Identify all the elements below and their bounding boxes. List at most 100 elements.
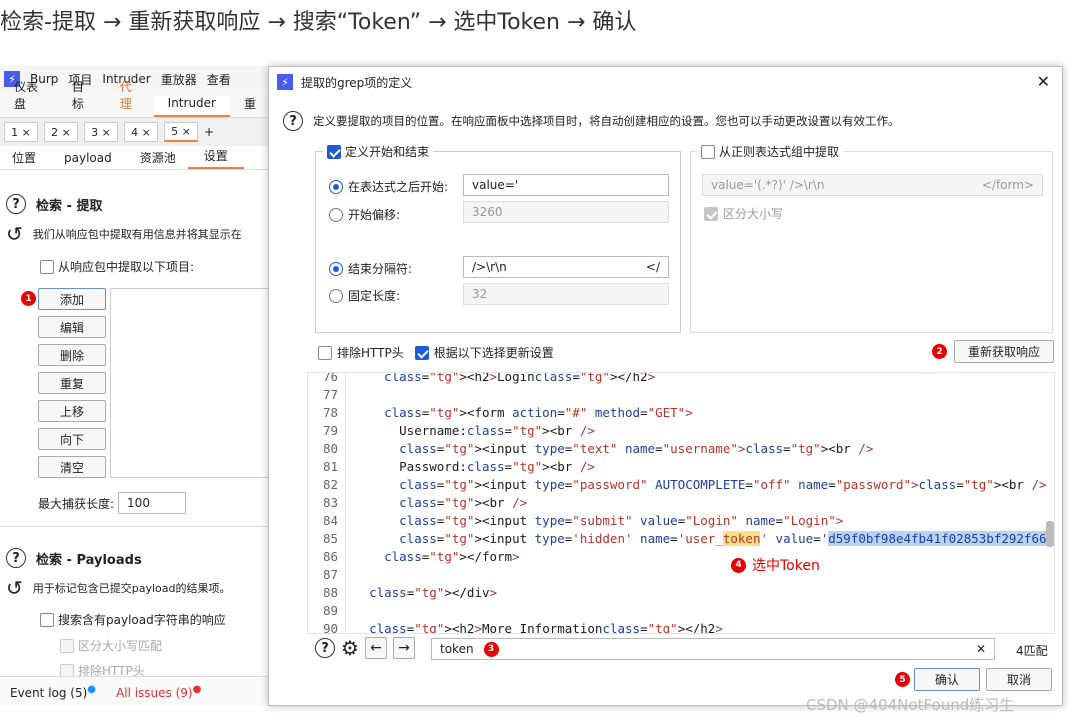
menu-view[interactable]: 查看 bbox=[207, 71, 231, 88]
end-delimiter-input[interactable]: />\r\n </ bbox=[463, 256, 669, 278]
step-badge-5: 5 bbox=[895, 672, 910, 687]
end-delimiter-label: 结束分隔符: bbox=[348, 262, 413, 276]
help-icon[interactable]: ? bbox=[6, 194, 26, 214]
line-number: 89 bbox=[322, 603, 338, 618]
update-config-checkbox[interactable] bbox=[414, 345, 429, 360]
settings-gear-icon[interactable]: ⚙ bbox=[341, 638, 359, 658]
next-match-arrow-icon[interactable]: → bbox=[392, 637, 415, 659]
clear-button[interactable]: 清空 bbox=[38, 456, 106, 478]
code-line: class="tg"><input type='hidden' name='us… bbox=[354, 531, 1054, 546]
match-count: 4匹配 bbox=[1016, 644, 1048, 658]
code-line: class="tg"><form action="#" method="GET"… bbox=[384, 405, 693, 420]
tab-intruder[interactable]: Intruder bbox=[153, 96, 230, 117]
burp-main-window: ⚡ Burp 项目 Intruder 重放器 查看 仪表盘 目标 代理 Intr… bbox=[0, 66, 270, 706]
grep-extract-dialog: ⚡ 提取的grep项的定义 ✕ ? 定义要提取的项目的位置。在响应面板中选择项目… bbox=[268, 66, 1063, 706]
grep-payloads-desc: 用于标记包含已提交payload的结果项。 bbox=[32, 582, 231, 595]
move-down-button[interactable]: 向下 bbox=[38, 428, 106, 450]
update-config-label: 根据以下选择更新设置 bbox=[433, 346, 554, 360]
end-delimiter-radio[interactable] bbox=[329, 261, 343, 276]
all-issues-link[interactable]: All issues (9)● bbox=[116, 684, 201, 700]
cancel-button[interactable]: 取消 bbox=[986, 668, 1052, 691]
delete-button[interactable]: 删除 bbox=[38, 344, 106, 366]
extract-items-checkbox[interactable] bbox=[40, 259, 54, 274]
line-number: 78 bbox=[322, 405, 338, 420]
line-number: 76 bbox=[322, 372, 338, 384]
response-viewer[interactable]: 76 77 78 79 80 81 82 83 84 85 86 87 88 89 90 class="tg… bbox=[307, 372, 1055, 634]
search-payload-checkbox[interactable] bbox=[40, 612, 54, 627]
code-line: class="tg"><h2>Loginclass="tg"></h2> bbox=[384, 372, 656, 384]
prev-match-arrow-icon[interactable]: ← bbox=[364, 637, 387, 659]
close-icon[interactable]: ✕ bbox=[1037, 72, 1050, 91]
line-number: 79 bbox=[322, 423, 338, 438]
subtab-resource-pool[interactable]: 资源池 bbox=[128, 149, 188, 166]
clear-search-icon[interactable]: ✕ bbox=[976, 642, 986, 656]
fixed-length-input[interactable]: 32 bbox=[463, 283, 669, 305]
end-delimiter-suffix: </ bbox=[645, 260, 660, 274]
menu-repeater[interactable]: 重放器 bbox=[161, 71, 197, 88]
duplicate-button[interactable]: 重复 bbox=[38, 372, 106, 394]
grep-payloads-title: 检索 - Payloads bbox=[36, 552, 142, 568]
regex-case-label: 区分大小写 bbox=[723, 207, 784, 221]
attack-tab-3[interactable]: 3 × bbox=[84, 122, 118, 142]
regex-case-checkbox[interactable] bbox=[704, 206, 718, 221]
code-line: class="tg"></div> bbox=[369, 585, 498, 600]
code-line: class="tg"><br /> bbox=[399, 495, 528, 510]
regex-checkbox[interactable] bbox=[701, 144, 715, 159]
subtab-settings[interactable]: 设置 bbox=[187, 147, 244, 169]
code-line: class="tg"></form> bbox=[384, 549, 520, 564]
attack-tab-5[interactable]: 5 × bbox=[164, 122, 198, 142]
case-match-checkbox[interactable] bbox=[60, 638, 74, 653]
subtab-positions[interactable]: 位置 bbox=[0, 149, 48, 166]
line-number: 86 bbox=[322, 549, 338, 564]
add-tab-button[interactable]: + bbox=[204, 125, 214, 139]
case-match-label: 区分大小写匹配 bbox=[78, 639, 163, 653]
search-payload-label: 搜索含有payload字符串的响应 bbox=[58, 613, 226, 627]
define-start-end-label: 定义开始和结束 bbox=[345, 145, 430, 159]
regex-value: value='(.*?)' />\r\n bbox=[711, 178, 825, 192]
attack-tab-2[interactable]: 2 × bbox=[44, 122, 78, 142]
max-capture-input[interactable]: 100 bbox=[118, 492, 187, 514]
refetch-response-button[interactable]: 重新获取响应 bbox=[954, 340, 1054, 363]
start-after-input[interactable]: value=' bbox=[463, 174, 669, 196]
edit-button[interactable]: 编辑 bbox=[38, 316, 106, 338]
attack-tab-1[interactable]: 1 × bbox=[4, 122, 38, 142]
attack-tab-4[interactable]: 4 × bbox=[124, 122, 158, 142]
start-offset-radio[interactable] bbox=[329, 207, 343, 222]
scrollbar-thumb[interactable] bbox=[1046, 521, 1054, 547]
main-tabs: 仪表盘 目标 代理 Intruder 重 bbox=[0, 80, 270, 118]
tab-proxy[interactable]: 代理 bbox=[106, 78, 154, 117]
ok-button[interactable]: 确认 bbox=[914, 668, 980, 691]
define-start-end-checkbox[interactable] bbox=[327, 144, 341, 159]
exclude-http-headers-checkbox[interactable] bbox=[318, 345, 332, 360]
help-icon[interactable]: ? bbox=[283, 111, 303, 131]
reset-icon[interactable]: ↺ bbox=[6, 224, 23, 244]
tab-repeater[interactable]: 重 bbox=[230, 95, 270, 117]
instruction-banner: 检索-提取 → 重新获取响应 → 搜索“Token” → 选中Token → 确… bbox=[0, 10, 637, 35]
regex-input[interactable]: value='(.*?)' />\r\n </form> bbox=[702, 174, 1043, 196]
grep-extract-desc: 我们从响应包中提取有用信息并将其显示在 bbox=[32, 228, 242, 241]
tab-target[interactable]: 目标 bbox=[58, 78, 106, 117]
line-number: 80 bbox=[322, 441, 338, 456]
subtab-payloads[interactable]: payload bbox=[48, 151, 128, 165]
add-button[interactable]: 添加 bbox=[38, 288, 106, 310]
help-icon[interactable]: ? bbox=[6, 548, 26, 568]
step-badge-3: 3 bbox=[483, 641, 499, 657]
help-icon[interactable]: ? bbox=[315, 638, 335, 658]
step-badge-1: 1 bbox=[21, 291, 36, 306]
move-up-button[interactable]: 上移 bbox=[38, 400, 106, 422]
reset-icon[interactable]: ↺ bbox=[6, 578, 23, 598]
start-after-radio[interactable] bbox=[329, 179, 343, 194]
grep-extract-title: 检索 - 提取 bbox=[36, 198, 103, 214]
fixed-length-radio[interactable] bbox=[329, 288, 343, 303]
extract-items-list[interactable] bbox=[110, 288, 270, 478]
regex-suffix: </form> bbox=[981, 178, 1034, 192]
line-number: 85 bbox=[322, 531, 338, 546]
dialog-desc: 定义要提取的项目的位置。在响应面板中选择项目时，将自动创建相应的设置。您也可以手… bbox=[313, 114, 900, 128]
fixed-length-label: 固定长度: bbox=[348, 289, 401, 303]
event-log-link[interactable]: Event log (5)● bbox=[10, 684, 96, 700]
status-bar: Event log (5)● All issues (9)● bbox=[0, 676, 270, 706]
start-offset-input[interactable]: 3260 bbox=[463, 201, 669, 223]
intruder-subtabs: 位置 payload 资源池 设置 bbox=[0, 146, 270, 170]
search-input[interactable]: token 3 ✕ bbox=[431, 638, 995, 660]
tab-dashboard[interactable]: 仪表盘 bbox=[0, 78, 58, 117]
